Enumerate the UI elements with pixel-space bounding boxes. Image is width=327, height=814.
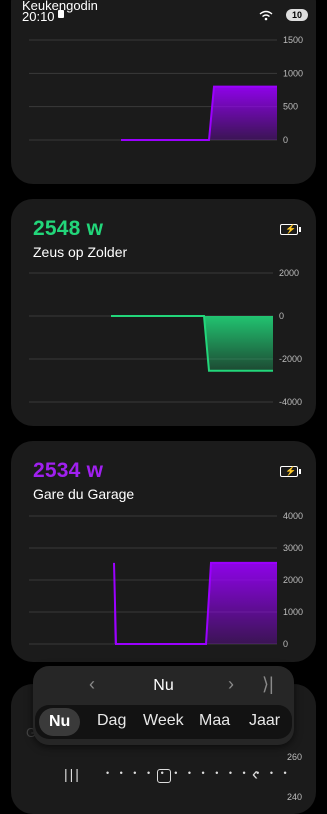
back-button[interactable]: ‹ — [252, 764, 258, 785]
axis-tick-label: -2000 — [279, 354, 302, 364]
tab-maand[interactable]: Maa — [199, 712, 230, 730]
series-area — [114, 562, 277, 644]
axis-tick-label: -4000 — [279, 397, 302, 407]
power-chart: 4000 3000 2000 1000 0 — [29, 511, 303, 649]
axis-tick-label: 1500 — [283, 35, 303, 45]
range-tabs: Nu Dag Week Maa Jaar — [35, 705, 292, 739]
axis-tick-label: 2000 — [283, 575, 303, 585]
power-unit: w — [86, 217, 104, 240]
tab-nu[interactable]: Nu — [39, 708, 81, 736]
device-card-zeus[interactable]: 2548 w Zeus op Zolder ⚡ 2000 0 -2000 -4000 — [11, 199, 316, 426]
device-name: Gare du Garage — [33, 486, 135, 502]
power-value: 2534 — [33, 459, 81, 482]
device-name: Zeus op Zolder — [33, 244, 128, 260]
axis-tick-label: 0 — [283, 639, 288, 649]
power-value: 2548 — [33, 217, 81, 240]
axis-tick-label: 0 — [279, 311, 284, 321]
power-reading: 2548 w — [33, 217, 103, 241]
axis-tick-label: 1000 — [283, 607, 303, 617]
navigation-gesture-bar: ||| • • • • • • • • • • • • • • ‹ — [0, 760, 327, 800]
skip-to-end-icon[interactable]: ⟩| — [262, 674, 274, 695]
clock: 20:10 — [22, 9, 55, 24]
recent-apps-button[interactable]: ||| — [64, 766, 81, 782]
current-period-label: Nu — [153, 677, 174, 694]
battery-charging-icon: ⚡ — [280, 224, 301, 235]
next-chevron-icon[interactable]: › — [228, 674, 234, 695]
lock-icon — [58, 10, 64, 18]
power-reading: 2534 w — [33, 459, 103, 483]
status-bar: 20:10 10 — [0, 0, 327, 26]
power-chart: 2000 0 -2000 -4000 — [29, 268, 302, 407]
axis-tick-label: 2000 — [279, 268, 299, 278]
device-card-keukengodin[interactable]: 1500 1000 500 0 — [11, 0, 316, 184]
battery-indicator: 10 — [286, 9, 308, 21]
axis-tick-label: 1000 — [283, 68, 303, 78]
home-button[interactable] — [157, 769, 171, 783]
axis-tick-label: 3000 — [283, 543, 303, 553]
time-navigation: ‹ Nu › ⟩| Nu Dag Week Maa Jaar — [33, 666, 294, 745]
tab-dag[interactable]: Dag — [97, 712, 126, 730]
axis-tick-label: 500 — [283, 102, 298, 112]
axis-tick-label: 0 — [283, 135, 288, 145]
battery-charging-icon: ⚡ — [280, 466, 301, 477]
tab-jaar[interactable]: Jaar — [249, 712, 280, 730]
power-chart: 1500 1000 500 0 — [29, 35, 303, 145]
tab-week[interactable]: Week — [143, 712, 184, 730]
device-card-garage[interactable]: 2534 w Gare du Garage ⚡ 4000 3000 2000 1000… — [11, 441, 316, 662]
scroll-dots: • • • • • • • • • • • • • • — [106, 768, 291, 778]
series-area — [111, 316, 273, 371]
wifi-icon — [259, 10, 273, 21]
axis-tick-label: 4000 — [283, 511, 303, 521]
power-unit: w — [86, 459, 104, 482]
series-area — [121, 86, 277, 140]
